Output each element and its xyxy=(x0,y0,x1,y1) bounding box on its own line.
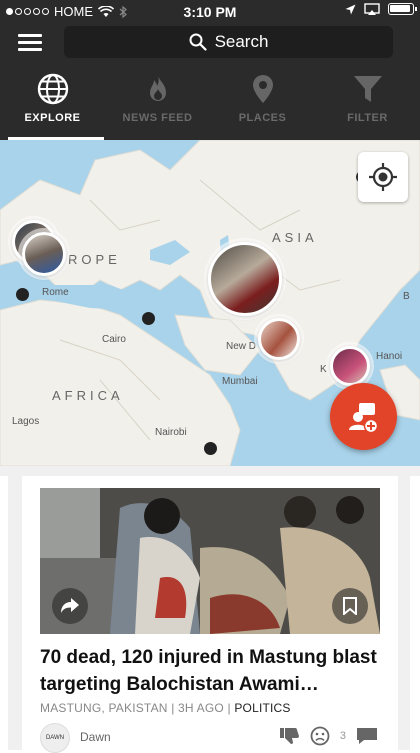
tab-explore[interactable]: EXPLORE xyxy=(0,62,105,140)
tab-filter-label: FILTER xyxy=(347,112,388,124)
map-city-k: K xyxy=(320,364,327,375)
article-category[interactable]: POLITICS xyxy=(234,701,290,715)
sad-face-icon[interactable] xyxy=(310,726,330,746)
funnel-icon xyxy=(353,76,382,102)
prev-card-peek[interactable] xyxy=(0,476,8,750)
tab-news-feed[interactable]: NEWS FEED xyxy=(105,62,210,140)
source-name[interactable]: Dawn xyxy=(80,730,111,744)
map-pin[interactable] xyxy=(142,312,155,325)
map-city-lagos: Lagos xyxy=(12,416,40,427)
tab-places-label: PLACES xyxy=(238,112,287,124)
next-card-peek[interactable] xyxy=(410,476,420,750)
bookmark-button[interactable] xyxy=(332,588,368,624)
article-location: MASTUNG, PAKISTAN xyxy=(40,701,168,715)
article-meta: MASTUNG, PAKISTAN | 3H AGO | POLITICS xyxy=(40,701,291,715)
top-bar: Search xyxy=(0,22,420,62)
map-label-asia: ASIA xyxy=(272,230,318,245)
tab-bar: EXPLORE NEWS FEED PLACES FILTER xyxy=(0,62,420,140)
article-photo xyxy=(40,488,380,634)
map-pin[interactable] xyxy=(204,442,217,455)
battery-icon xyxy=(388,3,417,15)
globe-icon xyxy=(37,73,68,105)
map-cluster-europe-2[interactable] xyxy=(22,232,66,276)
map-city-cairo: Cairo xyxy=(102,334,126,345)
location-arrow-icon xyxy=(345,4,356,14)
add-post-icon xyxy=(348,402,378,433)
share-icon xyxy=(61,598,79,613)
add-story-button[interactable] xyxy=(330,383,397,450)
tab-news-feed-label: NEWS FEED xyxy=(122,112,193,124)
screen-mirror-icon xyxy=(364,3,380,15)
flame-icon xyxy=(149,75,166,101)
status-bar: HOME 3:10 PM xyxy=(0,0,420,22)
tab-places[interactable]: PLACES xyxy=(210,62,315,140)
reaction-count: 3 xyxy=(339,730,346,742)
map-city-mumbai: Mumbai xyxy=(222,376,258,387)
article-card[interactable]: 70 dead, 120 injured in Mastung blast ta… xyxy=(22,476,398,753)
thumbs-down-icon[interactable] xyxy=(279,727,300,745)
map-pin-icon xyxy=(252,75,273,103)
map-city-nairobi: Nairobi xyxy=(155,427,187,438)
map-city-hanoi: Hanoi xyxy=(376,351,403,362)
map-city-rome: Rome xyxy=(42,287,69,298)
comment-icon[interactable] xyxy=(356,727,378,745)
map-cluster-india[interactable] xyxy=(258,318,300,360)
source-logo[interactable]: DAWN xyxy=(40,723,70,753)
map-label-africa: AFRICA xyxy=(52,388,124,403)
tab-filter[interactable]: FILTER xyxy=(315,62,420,140)
status-right xyxy=(345,3,417,15)
map-city-b: B xyxy=(403,291,410,302)
crosshair-icon xyxy=(369,163,397,191)
map-cluster-bangladesh[interactable] xyxy=(330,346,370,386)
map-cluster-pakistan[interactable] xyxy=(208,242,282,316)
map-label-europe: ROPE xyxy=(68,252,121,267)
hamburger-menu-icon[interactable] xyxy=(18,34,42,52)
article-actions: 3 xyxy=(279,726,378,746)
search-icon xyxy=(189,33,207,51)
article-carousel: 70 dead, 120 injured in Mastung blast ta… xyxy=(0,466,420,753)
article-image[interactable] xyxy=(40,488,380,634)
map-city-new-delhi: New D xyxy=(226,341,257,352)
search-bar[interactable]: Search xyxy=(64,26,393,58)
tab-explore-label: EXPLORE xyxy=(24,112,81,124)
article-headline[interactable]: 70 dead, 120 injured in Mastung blast ta… xyxy=(40,644,385,698)
search-label: Search xyxy=(214,32,269,51)
article-age: 3H AGO xyxy=(178,701,224,715)
my-location-button[interactable] xyxy=(358,152,408,202)
bookmark-icon xyxy=(343,597,357,615)
map-pin[interactable] xyxy=(16,288,29,301)
share-button[interactable] xyxy=(52,588,88,624)
